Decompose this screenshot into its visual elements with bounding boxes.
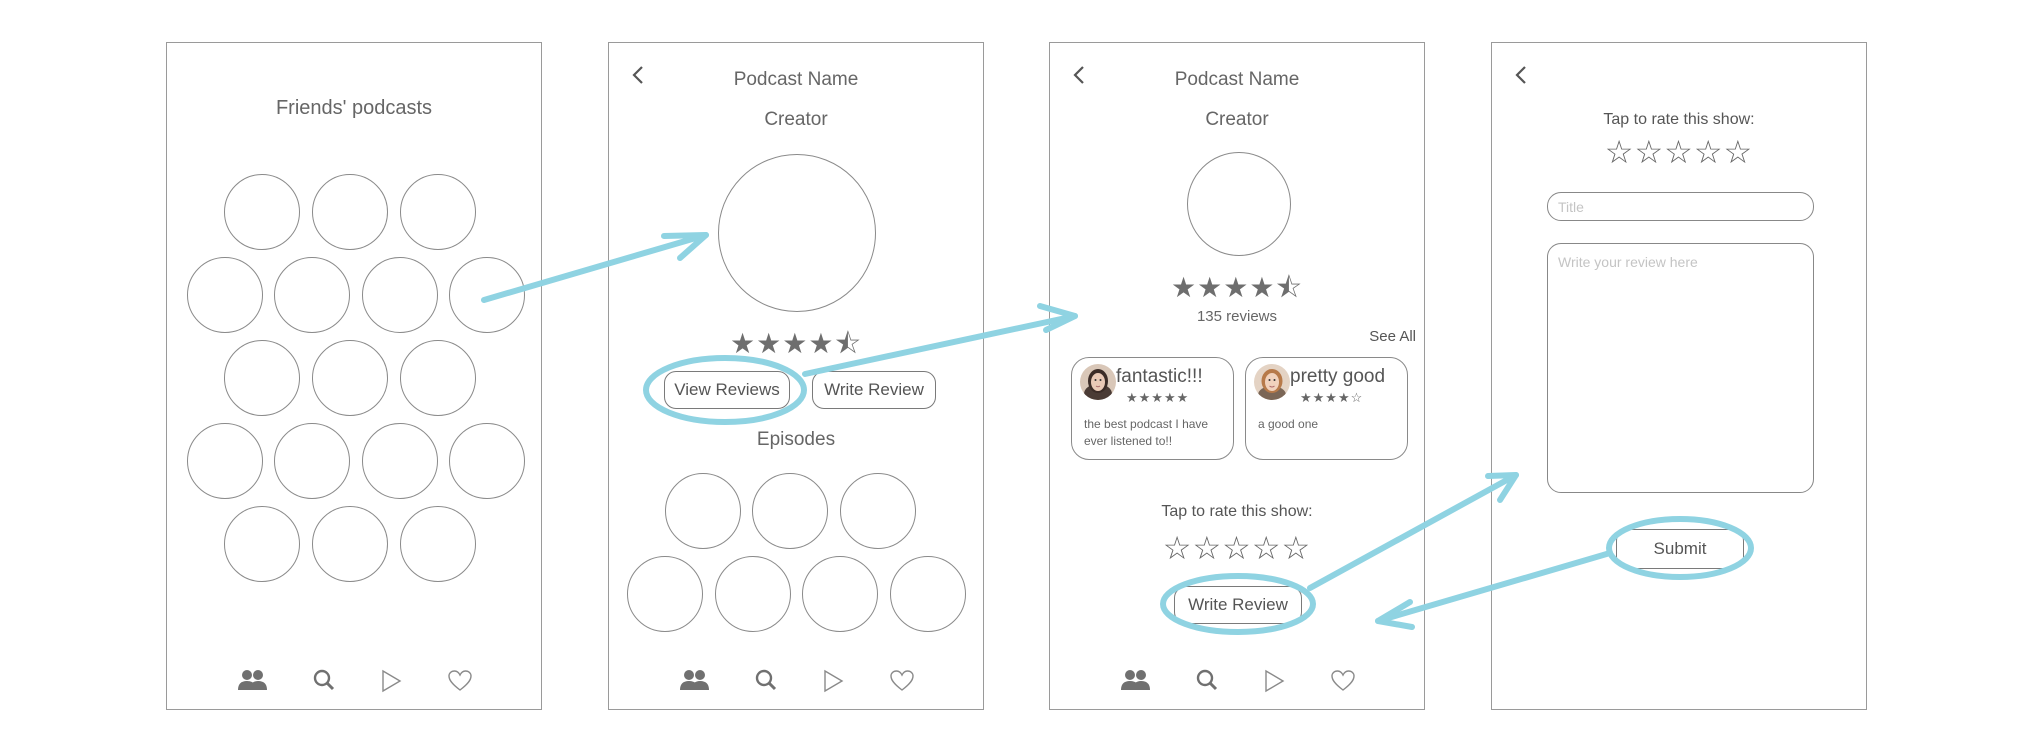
heart-icon[interactable]	[1327, 669, 1359, 695]
rating-stars: ★★★★⯪	[730, 328, 862, 359]
friend-podcast-item[interactable]	[400, 174, 476, 250]
friend-podcast-item[interactable]	[312, 506, 388, 582]
friend-podcast-item[interactable]	[187, 423, 263, 499]
tap-to-rate-label: Tap to rate this show:	[1161, 503, 1313, 520]
friend-podcast-item[interactable]	[449, 423, 525, 499]
episode-item[interactable]	[890, 556, 966, 632]
submit-button[interactable]: Submit	[1616, 529, 1744, 569]
rate-stars-input[interactable]: ☆☆☆☆☆	[1050, 529, 1424, 567]
back-arrow-icon[interactable]	[1512, 63, 1532, 87]
friend-podcast-item[interactable]	[312, 174, 388, 250]
heart-icon[interactable]	[886, 669, 918, 695]
play-icon[interactable]	[817, 669, 849, 695]
friend-podcast-item[interactable]	[362, 423, 438, 499]
tap-to-rate-label: Tap to rate this show:	[1603, 111, 1755, 128]
podcast-cover	[718, 154, 876, 312]
friend-podcast-item[interactable]	[187, 257, 263, 333]
review-stars: ★★★★★	[1126, 390, 1190, 405]
review-textarea[interactable]	[1547, 243, 1814, 493]
review-title: fantastic!!!	[1116, 366, 1203, 387]
review-card[interactable]: pretty good ★★★★☆ a good one	[1245, 357, 1408, 460]
episode-item[interactable]	[715, 556, 791, 632]
friend-podcast-item[interactable]	[224, 174, 300, 250]
friend-podcast-item[interactable]	[400, 506, 476, 582]
episode-item[interactable]	[802, 556, 878, 632]
friend-podcast-item[interactable]	[224, 506, 300, 582]
friend-podcast-item[interactable]	[400, 340, 476, 416]
search-icon[interactable]	[308, 669, 340, 695]
friends-podcasts-screen: Friends' podcasts	[166, 42, 542, 710]
creator-name: Creator	[764, 109, 828, 130]
write-review-screen: Tap to rate this show: ☆☆☆☆☆ Submit	[1491, 42, 1867, 710]
friend-podcast-item[interactable]	[274, 423, 350, 499]
friend-podcast-item[interactable]	[224, 340, 300, 416]
view-reviews-button[interactable]: View Reviews	[664, 371, 790, 409]
review-card[interactable]: fantastic!!! ★★★★★ the best podcast I ha…	[1071, 357, 1234, 460]
friend-podcast-item[interactable]	[449, 257, 525, 333]
friend-podcast-item[interactable]	[274, 257, 350, 333]
rate-stars-input[interactable]: ☆☆☆☆☆	[1492, 133, 1866, 171]
review-body: the best podcast I have ever listened to…	[1084, 417, 1209, 448]
friends-icon[interactable]	[237, 669, 269, 695]
episode-item[interactable]	[752, 473, 828, 549]
friends-icon[interactable]	[1120, 669, 1152, 695]
search-icon[interactable]	[750, 669, 782, 695]
friend-podcast-item[interactable]	[312, 340, 388, 416]
play-icon[interactable]	[1258, 669, 1290, 695]
title-input[interactable]	[1547, 192, 1814, 221]
see-all-link[interactable]: See All	[1369, 328, 1416, 345]
search-icon[interactable]	[1191, 669, 1223, 695]
avatar	[1080, 364, 1116, 400]
episode-item[interactable]	[665, 473, 741, 549]
review-stars: ★★★★☆	[1300, 390, 1364, 405]
podcast-name: Podcast Name	[733, 69, 859, 90]
page-title: Friends' podcasts	[275, 97, 433, 119]
review-body: a good one	[1258, 417, 1319, 431]
friends-icon[interactable]	[679, 669, 711, 695]
podcast-detail-screen: Podcast Name Creator ★★★★⯪ View Reviews …	[608, 42, 984, 710]
episodes-heading: Episodes	[756, 429, 836, 450]
write-review-button[interactable]: Write Review	[812, 371, 936, 409]
reviews-screen: Podcast Name Creator ★★★★⯪ 135 reviews S…	[1049, 42, 1425, 710]
creator-name: Creator	[1205, 109, 1269, 130]
episode-item[interactable]	[627, 556, 703, 632]
review-title: pretty good	[1290, 366, 1386, 387]
write-review-button[interactable]: Write Review	[1174, 586, 1302, 624]
play-icon[interactable]	[375, 669, 407, 695]
podcast-cover	[1187, 152, 1291, 256]
avatar	[1254, 364, 1290, 400]
friend-podcast-item[interactable]	[362, 257, 438, 333]
review-count: 135 reviews	[1196, 308, 1278, 325]
episode-item[interactable]	[840, 473, 916, 549]
heart-icon[interactable]	[444, 669, 476, 695]
podcast-name: Podcast Name	[1174, 69, 1300, 90]
